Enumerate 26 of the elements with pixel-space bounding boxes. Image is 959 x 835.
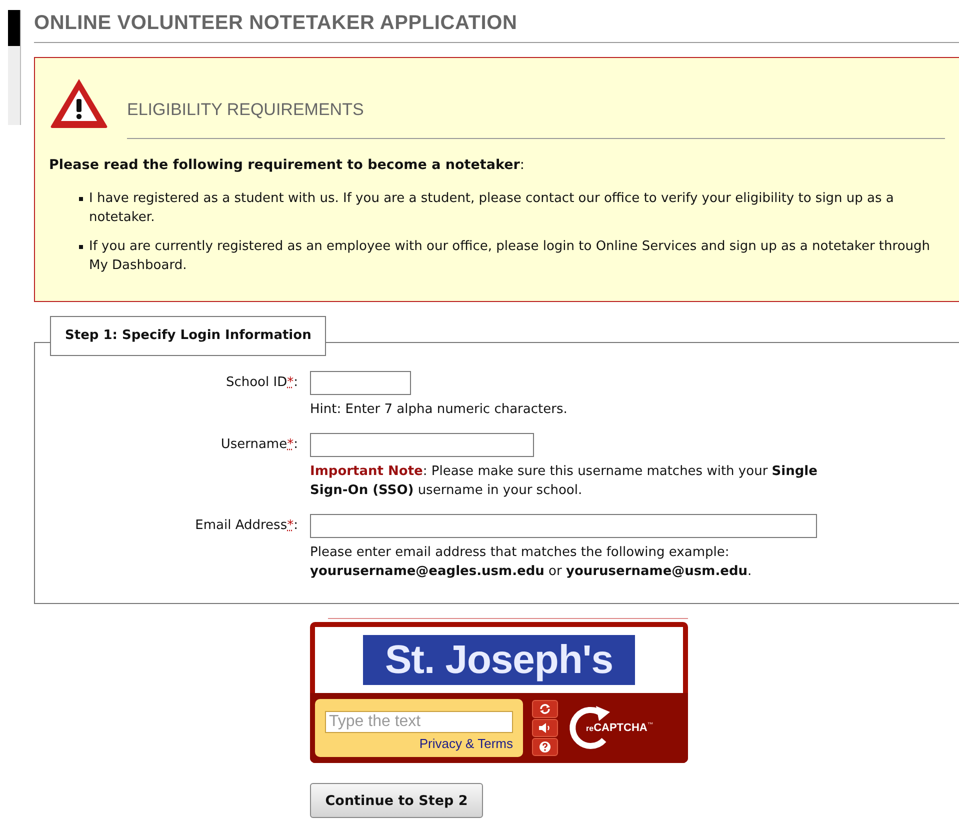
reload-icon[interactable] <box>532 700 558 718</box>
page-title: ONLINE VOLUNTEER NOTETAKER APPLICATION <box>34 12 959 43</box>
input-field[interactable] <box>310 371 411 395</box>
help-icon[interactable] <box>532 738 558 756</box>
captcha-challenge: St. Joseph's <box>363 635 635 685</box>
notice-heading: ELIGIBILITY REQUIREMENTS <box>127 86 945 139</box>
requirement-text: I have registered as a student with us. If you are a student, please contact our office to verify your eligibility to sign up as a notetaker. <box>89 190 895 227</box>
field-hint: Please enter email address that matches the following example: yourusername@eagles.usm.edu or yourusername@usm.edu. <box>310 544 753 581</box>
intro-text: Please read the following requirement to become a notetaker: <box>49 157 526 173</box>
requirement-text: If you are currently registered as an employee with our office, please login to Online Services and sign up as a notetaker through My Dashboard. <box>89 238 932 275</box>
bullet-icon <box>79 197 83 201</box>
warning-icon <box>49 76 109 128</box>
bullet-icon <box>79 245 83 249</box>
input-field[interactable] <box>310 433 534 457</box>
recaptcha-logo: reCAPTCHA$^{™}$ <box>566 704 654 752</box>
field-hint: Hint: Enter 7 alpha numeric characters. <box>310 401 568 419</box>
input-field[interactable] <box>310 514 817 538</box>
privacy-link[interactable]: Privacy & Terms <box>419 736 513 751</box>
continue-button[interactable]: Continue to Step 2 <box>310 783 483 818</box>
field-label: Email Address*: <box>194 517 299 535</box>
field-label: School ID*: <box>224 374 299 392</box>
captcha-input[interactable]: Type the text <box>325 711 513 733</box>
audio-icon[interactable] <box>532 719 558 737</box>
field-note: Important Note: Please make sure this username matches with your Single Sign-On (SSO) username in your school. <box>310 463 818 500</box>
step-legend: Step 1: Specify Login Information <box>50 316 326 356</box>
field-label: Username*: <box>220 436 299 454</box>
